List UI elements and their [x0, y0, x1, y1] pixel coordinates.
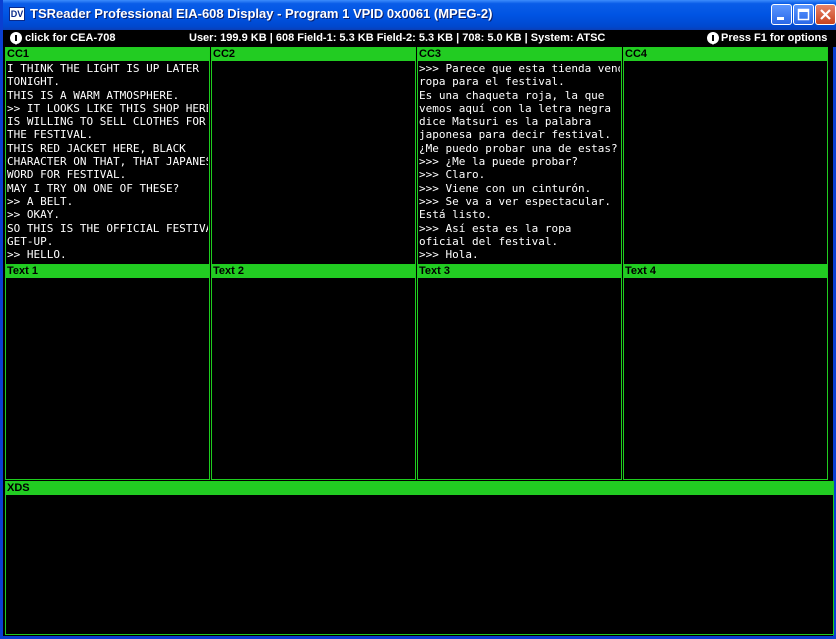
caption-line: vemos aquí con la letra negra [419, 101, 612, 115]
caption-line: THE FESTIVAL. [7, 128, 94, 142]
caption-line: >>> ¿Me la puede probar? [419, 155, 578, 169]
caption-line: dice Matsuri es la palabra [419, 115, 592, 129]
close-button[interactable] [815, 4, 836, 25]
maximize-button[interactable] [793, 4, 814, 25]
text1-header: Text 1 [6, 265, 209, 278]
help-icon[interactable] [707, 32, 719, 45]
caption-line: Es una chaqueta roja, la que [419, 88, 605, 102]
cc4-header: CC4 [624, 48, 827, 61]
text1-panel: Text 1 [5, 264, 210, 480]
info-icon[interactable] [10, 32, 22, 45]
caption-line: >>> Claro. [419, 168, 486, 182]
app-window: DV TSReader Professional EIA-608 Display… [0, 0, 836, 639]
caption-line: MAY I TRY ON ONE OF THESE? [7, 181, 180, 195]
app-icon[interactable]: DV [9, 7, 25, 21]
minimize-button[interactable] [771, 4, 792, 25]
caption-line: TONIGHT. [7, 75, 60, 89]
cc2-caption-text [213, 62, 414, 265]
cc1-header: CC1 [6, 48, 209, 61]
caption-line: >> HELLO. [7, 248, 67, 262]
caption-line: >>> Parece que esta tienda vende [419, 62, 620, 75]
caption-line: GET-UP. [7, 234, 54, 248]
text3-panel: Text 3 [417, 264, 622, 480]
cc4-caption-text [625, 62, 826, 265]
caption-line: >> OKAY. [7, 208, 60, 222]
caption-line: IS WILLING TO SELL CLOTHES FOR [7, 115, 206, 129]
text3-header: Text 3 [418, 265, 621, 278]
title-bar[interactable]: DV TSReader Professional EIA-608 Display… [3, 0, 836, 30]
caption-line: ropa para el festival. [419, 75, 565, 89]
text2-panel: Text 2 [211, 264, 416, 480]
text2-content [213, 279, 414, 479]
cc2-header: CC2 [212, 48, 415, 61]
caption-line: I THINK THE LIGHT IS UP LATER [7, 62, 200, 75]
caption-line: >>> Así esta es la ropa [419, 221, 572, 235]
xds-content [7, 496, 832, 634]
xds-header: XDS [6, 482, 833, 495]
caption-line: >> A BELT. [7, 194, 74, 208]
minimize-icon [777, 17, 784, 20]
cc2-panel: CC2 [211, 47, 416, 266]
cc3-header: CC3 [418, 48, 621, 61]
caption-line: japonesa para decir festival. [419, 128, 612, 142]
cc1-panel: CC1 I THINK THE LIGHT IS UP LATER TONIGHT… [5, 47, 210, 266]
caption-line: Está listo. [419, 208, 492, 222]
caption-line: ¿Me puedo probar una de estas? [419, 141, 618, 155]
maximize-icon [797, 8, 810, 21]
cc3-panel: CC3 >>> Parece que esta tienda vende ropa… [417, 47, 622, 266]
window-title: TSReader Professional EIA-608 Display - … [30, 6, 493, 21]
caption-line: >>> Se va a ver espectacular. [419, 194, 612, 208]
text2-header: Text 2 [212, 265, 415, 278]
caption-line: >> IT LOOKS LIKE THIS SHOP HERE [7, 101, 208, 115]
caption-line: oficial del festival. [419, 234, 559, 248]
text4-header: Text 4 [624, 265, 827, 278]
text4-content [625, 279, 826, 479]
caption-line: >>> Viene con un cinturón. [419, 181, 592, 195]
text1-content [7, 279, 208, 479]
caption-line: THIS IS A WARM ATMOSPHERE. [7, 88, 180, 102]
cc4-panel: CC4 [623, 47, 828, 266]
text3-content [419, 279, 620, 479]
caption-line: CHARACTER ON THAT, THAT JAPANESE [7, 155, 208, 169]
options-hint[interactable]: Press F1 for options [721, 32, 827, 44]
caption-line: SO THIS IS THE OFFICIAL FESTIVAL [7, 221, 208, 235]
caption-line: >>> Hola. [419, 248, 479, 262]
xds-panel: XDS [5, 481, 834, 635]
buffer-stats: User: 199.9 KB | 608 Field-1: 5.3 KB Fie… [189, 32, 606, 44]
close-icon [820, 9, 831, 20]
cea708-link[interactable]: click for CEA-708 [25, 32, 115, 44]
status-info-bar: click for CEA-708 User: 199.9 KB | 608 F… [6, 30, 836, 47]
cc1-caption-text: I THINK THE LIGHT IS UP LATER TONIGHT. THI… [7, 62, 208, 265]
text4-panel: Text 4 [623, 264, 828, 480]
caption-line: THIS RED JACKET HERE, BLACK [7, 141, 186, 155]
cc3-caption-text: >>> Parece que esta tienda vende ropa par… [419, 62, 620, 265]
caption-line: WORD FOR FESTIVAL. [7, 168, 127, 182]
